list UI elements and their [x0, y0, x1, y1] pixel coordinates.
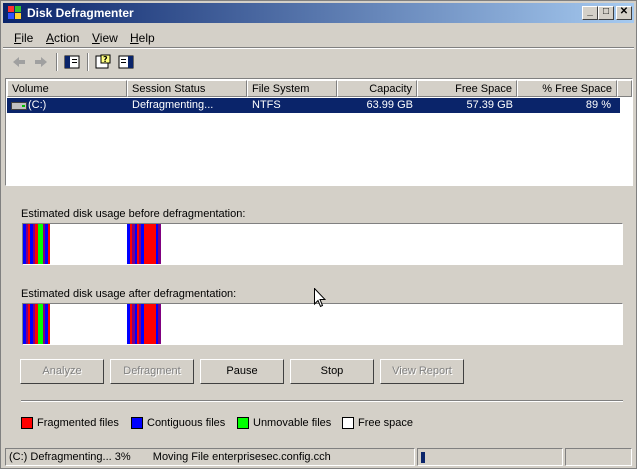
volume-list-header: Volume Session Status File System Capaci… [7, 80, 632, 97]
disk-defragmenter-window: Disk Defragmenter _ □ ✕ File Action View… [0, 0, 637, 469]
menu-view[interactable]: View [92, 31, 118, 45]
toolbar-separator [56, 53, 58, 71]
column-header-session-status[interactable]: Session Status [127, 80, 247, 97]
menu-bar: File Action View Help [3, 27, 634, 47]
help-icon: ? [95, 54, 111, 69]
legend-label-fragmented: Fragmented files [37, 417, 119, 429]
help-button[interactable]: ? [92, 52, 114, 72]
defragmenter-app-icon [7, 5, 23, 21]
cell-session-status: Defragmenting... [132, 99, 214, 111]
forward-arrow-icon [35, 57, 47, 67]
before-defrag-display [22, 223, 623, 265]
defragment-button[interactable]: Defragment [110, 359, 194, 384]
analyze-button[interactable]: Analyze [20, 359, 104, 384]
menu-file[interactable]: File [14, 31, 33, 45]
close-button[interactable]: ✕ [616, 6, 632, 20]
maximize-button[interactable]: □ [598, 6, 614, 20]
column-header-file-system[interactable]: File System [247, 80, 337, 97]
legend-label-unmovable: Unmovable files [253, 417, 332, 429]
legend-label-free-space: Free space [358, 417, 414, 429]
progress-bar-fill [421, 452, 425, 463]
title-bar[interactable]: Disk Defragmenter _ □ ✕ [3, 3, 634, 23]
back-arrow-icon [13, 57, 25, 67]
status-progress-text: (C:) Defragmenting... 3% [9, 451, 131, 463]
cluster-stripe [158, 224, 161, 264]
before-defrag-label: Estimated disk usage before defragmentat… [21, 208, 246, 220]
legend-swatch-free-space [342, 417, 354, 429]
cluster-stripe [144, 304, 156, 344]
mouse-cursor-icon [314, 287, 327, 311]
status-panel-progress [417, 448, 563, 466]
cluster-stripe [144, 224, 156, 264]
status-action-text: Moving File enterprisesec.config.cch [152, 451, 331, 463]
window-title: Disk Defragmenter [27, 6, 134, 20]
cluster-stripe [48, 304, 50, 344]
legend-swatch-unmovable [237, 417, 249, 429]
legend-separator [21, 400, 623, 402]
cluster-stripe [158, 304, 161, 344]
cell-capacity: 63.99 GB [366, 99, 413, 111]
minimize-button[interactable]: _ [582, 6, 598, 20]
legend-swatch-contiguous [131, 417, 143, 429]
toolbar-separator [87, 53, 89, 71]
menu-action[interactable]: Action [46, 31, 79, 45]
show-hide-console-tree-button[interactable] [61, 52, 83, 72]
cell-file-system: NTFS [252, 99, 281, 111]
cell-free-space: 57.39 GB [466, 99, 513, 111]
column-header-free-space[interactable]: Free Space [417, 80, 517, 97]
back-button[interactable] [8, 52, 30, 72]
volume-list[interactable]: Volume Session Status File System Capaci… [5, 78, 633, 186]
cluster-stripe [48, 224, 50, 264]
after-defrag-label: Estimated disk usage after defragmentati… [21, 288, 237, 300]
column-header-volume[interactable]: Volume [7, 80, 127, 97]
table-row[interactable]: (C:) Defragmenting... NTFS 63.99 GB 57.3… [7, 98, 620, 113]
stop-button[interactable]: Stop [290, 359, 374, 384]
drive-icon [11, 100, 27, 114]
show-hide-console-tree-icon [64, 55, 80, 69]
toolbar: ? [3, 49, 634, 75]
pause-button[interactable]: Pause [200, 359, 284, 384]
column-header-filler [617, 80, 632, 97]
analysis-pane: Estimated disk usage before defragmentat… [5, 188, 633, 442]
properties-button[interactable] [115, 52, 137, 72]
menu-help[interactable]: Help [130, 31, 155, 45]
status-bar: (C:) Defragmenting... 3% Moving File ent… [3, 447, 634, 467]
properties-icon [118, 55, 134, 69]
column-header-capacity[interactable]: Capacity [337, 80, 417, 97]
cell-volume: (C:) [28, 99, 47, 111]
cell-pct-free-space: 89 % [585, 99, 611, 111]
status-panel-message: (C:) Defragmenting... 3% Moving File ent… [5, 448, 415, 466]
view-report-button[interactable]: View Report [380, 359, 464, 384]
column-header-pct-free-space[interactable]: % Free Space [517, 80, 617, 97]
legend-swatch-fragmented [21, 417, 33, 429]
legend-label-contiguous: Contiguous files [147, 417, 226, 429]
svg-text:?: ? [103, 55, 108, 64]
forward-button[interactable] [30, 52, 52, 72]
status-panel-extra [565, 448, 632, 466]
